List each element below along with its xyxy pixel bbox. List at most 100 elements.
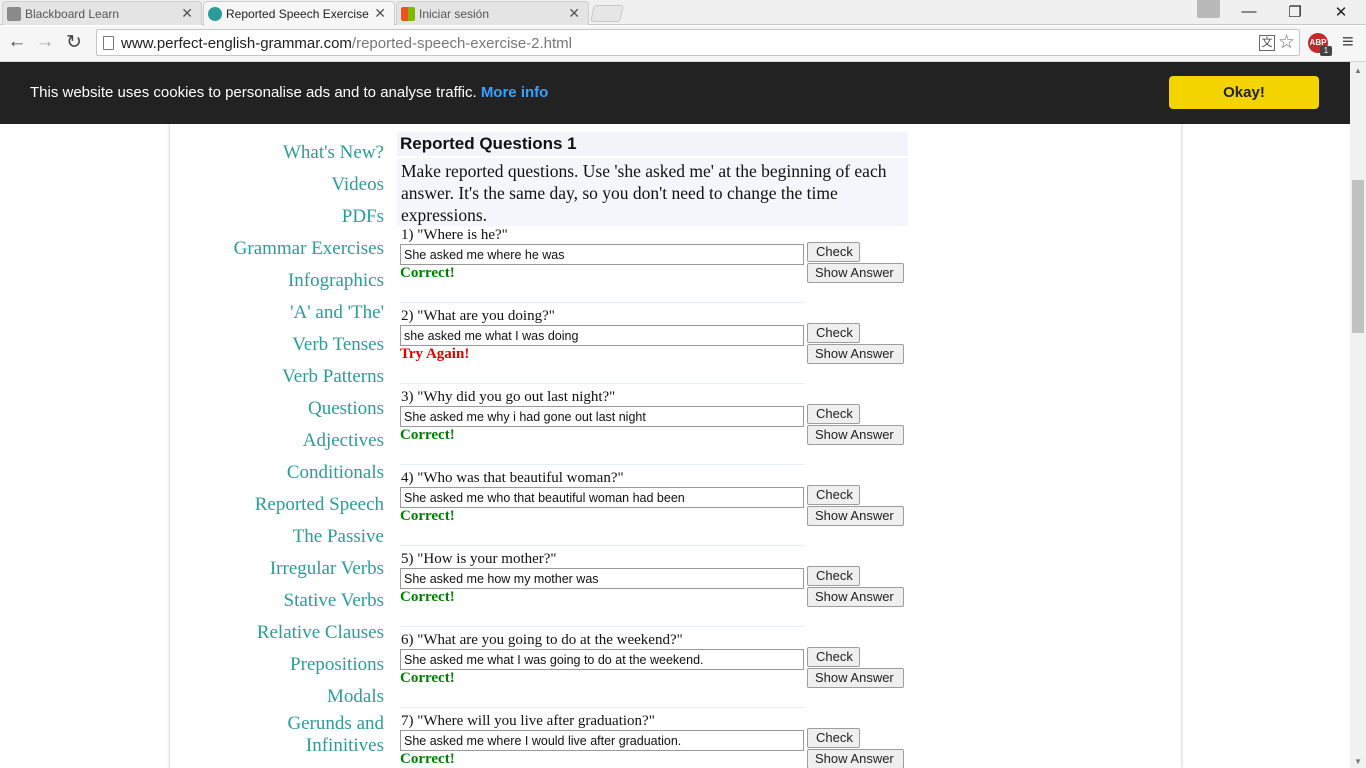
sidebar-item-verb-patterns[interactable]: Verb Patterns (198, 361, 384, 393)
question-divider (400, 707, 804, 708)
close-icon[interactable]: ✕ (181, 5, 193, 22)
bookmark-star-icon[interactable]: ☆ (1278, 31, 1295, 54)
check-button[interactable]: Check (807, 647, 860, 667)
address-bar[interactable]: www.perfect-english-grammar.com/reported… (96, 29, 1300, 56)
sidebar-item-conditionals[interactable]: Conditionals (198, 457, 384, 489)
result-text: Correct! (400, 589, 455, 605)
sidebar-item-whats-new[interactable]: What's New? (198, 137, 384, 169)
forward-arrow-icon[interactable]: → (34, 31, 56, 53)
question-prompt: 4) "Who was that beautiful woman?" (401, 470, 624, 486)
answer-input[interactable] (400, 568, 804, 589)
check-button[interactable]: Check (807, 566, 860, 586)
tab-iniciar-sesion[interactable]: Iniciar sesión ✕ (396, 1, 589, 25)
show-answer-button[interactable]: Show Answer (807, 749, 904, 768)
sidebar-item-verb-tenses[interactable]: Verb Tenses (198, 329, 384, 361)
sidebar-item-modals[interactable]: Modals (198, 681, 384, 713)
sidebar-item-videos[interactable]: Videos (198, 169, 384, 201)
new-tab-button[interactable] (590, 5, 624, 22)
sidebar-item-questions[interactable]: Questions (198, 393, 384, 425)
question-divider (400, 302, 804, 303)
answer-input[interactable] (400, 325, 804, 346)
question-prompt: 5) "How is your mother?" (401, 551, 557, 567)
sidebar-item-pdfs[interactable]: PDFs (198, 201, 384, 233)
sidebar-item-grammar-exercises[interactable]: Grammar Exercises (198, 233, 384, 265)
back-arrow-icon[interactable]: ← (6, 31, 28, 53)
sidebar-item-stative-verbs[interactable]: Stative Verbs (198, 585, 384, 617)
close-icon[interactable]: ✕ (568, 5, 580, 22)
question-item: 6) "What are you going to do at the week… (397, 631, 908, 712)
result-text: Correct! (400, 508, 455, 524)
show-answer-button[interactable]: Show Answer (807, 587, 904, 607)
question-item: 1) "Where is he?" Correct! CheckShow Answe… (397, 226, 908, 307)
menu-icon[interactable]: ≡ (1342, 31, 1354, 54)
tab-reported-speech[interactable]: Reported Speech Exercise ✕ (203, 1, 395, 26)
answer-input[interactable] (400, 244, 804, 265)
question-item: 7) "Where will you live after graduation… (397, 712, 908, 768)
url-text[interactable]: www.perfect-english-grammar.com/reported… (121, 35, 572, 52)
more-info-link[interactable]: More info (481, 84, 549, 101)
minimize-icon[interactable]: — (1234, 3, 1264, 20)
sidebar-item-irregular-verbs[interactable]: Irregular Verbs (198, 553, 384, 585)
profile-icon[interactable] (1197, 0, 1220, 18)
scroll-down-arrow-icon[interactable]: ▼ (1354, 757, 1362, 766)
page-icon (103, 36, 114, 50)
sidebar-item-adjectives[interactable]: Adjectives (198, 425, 384, 457)
cookie-message: This website uses cookies to personalise… (30, 84, 548, 101)
restore-icon[interactable]: ❐ (1280, 3, 1310, 21)
show-answer-button[interactable]: Show Answer (807, 425, 904, 445)
okay-button[interactable]: Okay! (1169, 76, 1319, 109)
question-item: 3) "Why did you go out last night?" Corre… (397, 388, 908, 469)
question-item: 5) "How is your mother?" Correct! CheckSho… (397, 550, 908, 631)
sidebar-item-reported-speech[interactable]: Reported Speech (198, 489, 384, 521)
check-button[interactable]: Check (807, 728, 860, 748)
result-text: Try Again! (400, 346, 470, 362)
answer-input[interactable] (400, 487, 804, 508)
browser-tab-strip: Blackboard Learn ✕ Reported Speech Exerc… (0, 0, 1366, 26)
sidebar-item-infographics[interactable]: Infographics (198, 265, 384, 297)
translate-icon[interactable]: 文 (1259, 35, 1275, 51)
adblock-badge: 1 (1320, 46, 1332, 56)
question-prompt: 6) "What are you going to do at the week… (401, 632, 683, 648)
perfect-english-favicon-icon (208, 7, 222, 21)
show-answer-button[interactable]: Show Answer (807, 344, 904, 364)
check-button[interactable]: Check (807, 323, 860, 343)
microsoft-favicon-icon (401, 7, 415, 21)
tab-title: Iniciar sesión (419, 7, 490, 21)
check-button[interactable]: Check (807, 404, 860, 424)
question-prompt: 1) "Where is he?" (401, 227, 508, 243)
sidebar-item-gerunds-and-infinitives[interactable]: Gerunds and Infinitives (198, 713, 384, 757)
question-divider (400, 545, 804, 546)
window-close-icon[interactable]: ✕ (1326, 3, 1356, 21)
sidebar-item-a-and-the[interactable]: 'A' and 'The' (198, 297, 384, 329)
close-icon[interactable]: ✕ (374, 5, 386, 22)
answer-input[interactable] (400, 730, 804, 751)
show-answer-button[interactable]: Show Answer (807, 263, 904, 283)
cookie-text: This website uses cookies to personalise… (30, 84, 477, 101)
scroll-up-arrow-icon[interactable]: ▲ (1354, 66, 1362, 75)
question-divider (400, 626, 804, 627)
tab-title: Reported Speech Exercise (226, 7, 369, 21)
result-text: Correct! (400, 670, 455, 686)
result-text: Correct! (400, 427, 455, 443)
show-answer-button[interactable]: Show Answer (807, 506, 904, 526)
sidebar-nav: What's New? Videos PDFs Grammar Exercise… (198, 137, 384, 757)
check-button[interactable]: Check (807, 485, 860, 505)
page-scrollbar[interactable]: ▲ ▼ (1350, 62, 1366, 768)
page-viewport: This website uses cookies to personalise… (0, 62, 1350, 768)
sidebar-item-the-passive[interactable]: The Passive (198, 521, 384, 553)
scrollbar-thumb[interactable] (1352, 180, 1364, 333)
sidebar-item-prepositions[interactable]: Prepositions (198, 649, 384, 681)
question-list: 1) "Where is he?"Correct!CheckShow Answe… (397, 226, 908, 768)
url-domain: www.perfect-english-grammar.com (121, 35, 352, 52)
show-answer-button[interactable]: Show Answer (807, 668, 904, 688)
answer-input[interactable] (400, 649, 804, 670)
tab-blackboard[interactable]: Blackboard Learn ✕ (2, 1, 202, 25)
question-divider (400, 464, 804, 465)
check-button[interactable]: Check (807, 242, 860, 262)
exercise-panel: Reported Questions 1 Make reported quest… (397, 132, 908, 768)
sidebar-item-relative-clauses[interactable]: Relative Clauses (198, 617, 384, 649)
reload-icon[interactable]: ↻ (63, 31, 85, 54)
tab-title: Blackboard Learn (25, 7, 120, 21)
result-text: Correct! (400, 265, 455, 281)
answer-input[interactable] (400, 406, 804, 427)
